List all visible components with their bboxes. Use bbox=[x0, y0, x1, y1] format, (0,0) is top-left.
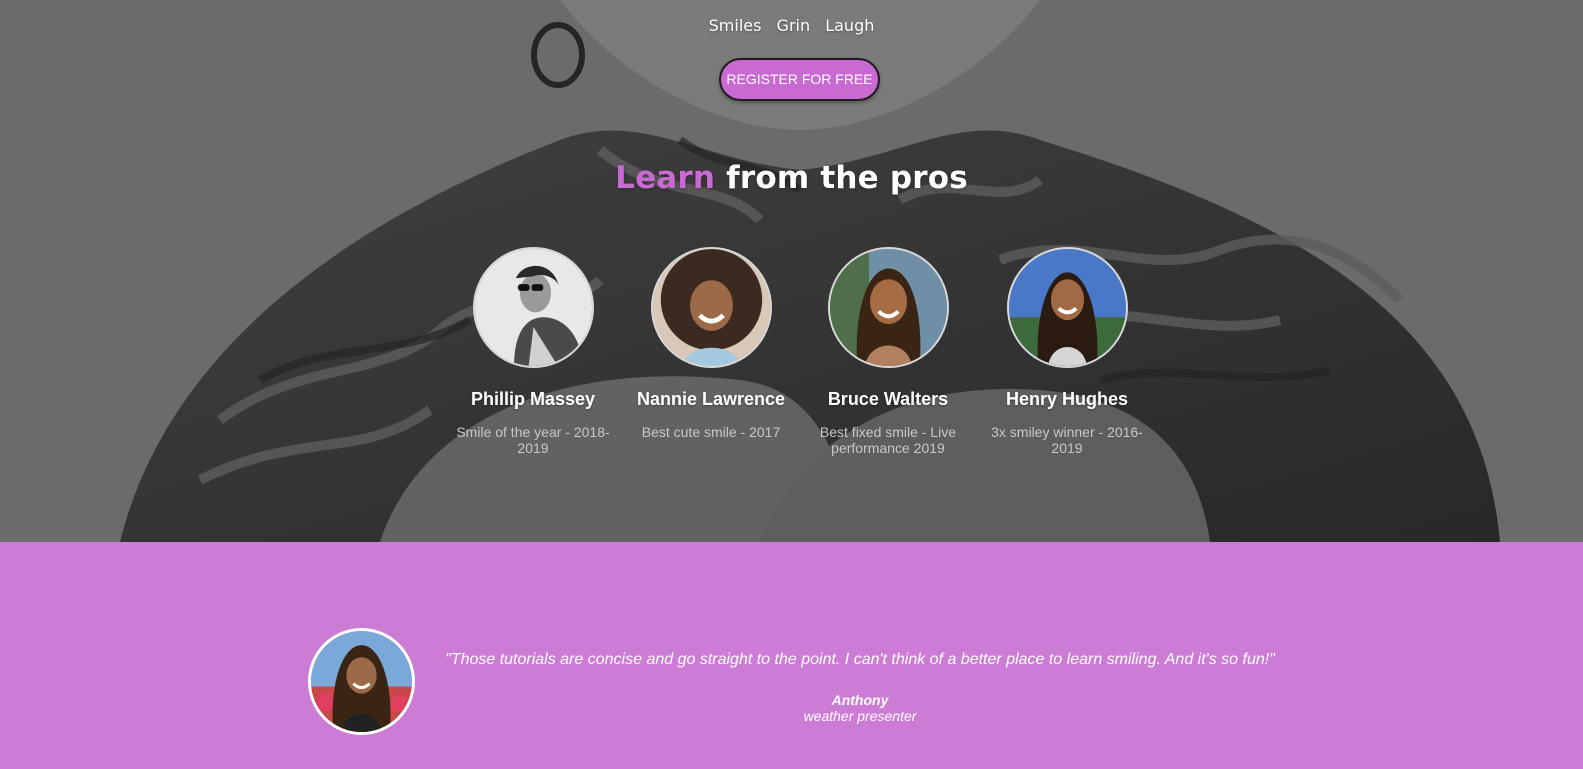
testimonial-author: Anthony bbox=[831, 692, 889, 708]
portrait-photo bbox=[474, 249, 592, 366]
portrait-photo bbox=[1008, 249, 1126, 366]
testimonial-photo bbox=[311, 631, 412, 732]
pro-name: Bruce Walters bbox=[827, 389, 949, 409]
pro-achievement: Smile of the year - 2018-2019 bbox=[456, 424, 610, 456]
avatar[interactable] bbox=[650, 247, 772, 368]
pro-name: Phillip Massey bbox=[470, 389, 596, 409]
testimonial-role: weather presenter bbox=[803, 708, 917, 724]
hero-section: Smiles Grin Laugh REGISTER FOR FREE Lear… bbox=[0, 0, 1583, 542]
avatar[interactable] bbox=[827, 247, 949, 368]
pro-name: Henry Hughes bbox=[1005, 389, 1129, 409]
pro-achievement: Best cute smile - 2017 bbox=[641, 424, 781, 440]
pro-card-phillip-massey: Phillip Massey Smile of the year - 2018-… bbox=[453, 247, 613, 456]
portrait-photo bbox=[829, 249, 947, 366]
register-button[interactable]: REGISTER FOR FREE bbox=[719, 58, 880, 101]
heading-rest: from the pros bbox=[715, 160, 968, 196]
pro-card-nannie-lawrence: Nannie Lawrence Best cute smile - 2017 bbox=[631, 247, 791, 440]
pro-card-henry-hughes: Henry Hughes 3x smiley winner - 2016-201… bbox=[987, 247, 1147, 456]
testimonial-quote: "Those tutorials are concise and go stra… bbox=[445, 651, 1275, 668]
testimonial-section: "Those tutorials are concise and go stra… bbox=[0, 542, 1583, 769]
heading-accent-word: Learn bbox=[615, 160, 716, 196]
top-nav: Smiles Grin Laugh bbox=[0, 16, 1583, 35]
portrait-photo bbox=[652, 249, 770, 366]
avatar[interactable] bbox=[1006, 247, 1128, 368]
pro-card-bruce-walters: Bruce Walters Best fixed smile - Live pe… bbox=[808, 247, 968, 456]
nav-item-grin[interactable]: Grin bbox=[777, 16, 811, 35]
pro-achievement: 3x smiley winner - 2016-2019 bbox=[991, 424, 1143, 456]
section-heading: Learn from the pros bbox=[0, 160, 1583, 196]
nav-item-smiles[interactable]: Smiles bbox=[709, 16, 762, 35]
avatar[interactable] bbox=[472, 247, 594, 368]
testimonial-avatar bbox=[308, 628, 415, 735]
pro-name: Nannie Lawrence bbox=[636, 389, 786, 409]
nav-item-laugh[interactable]: Laugh bbox=[825, 16, 874, 35]
pro-achievement: Best fixed smile - Live performance 2019 bbox=[819, 424, 957, 456]
